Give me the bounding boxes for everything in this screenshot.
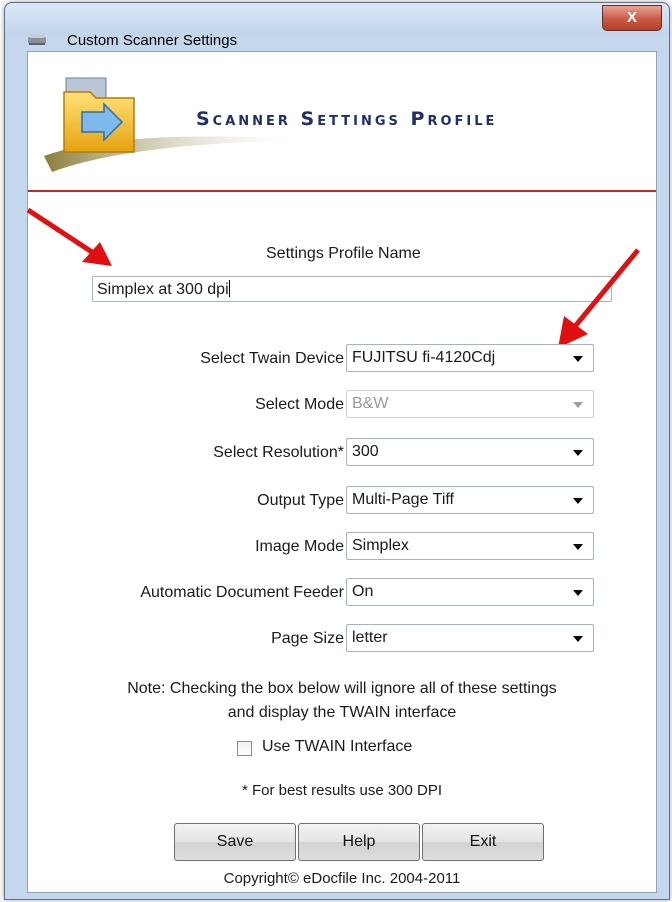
twain-device-value: FUJITSU fi-4120Cdj (352, 349, 496, 366)
image-mode-label: Image Mode (255, 538, 344, 555)
annotation-arrow (26, 207, 112, 266)
title-bar[interactable] (5, 3, 669, 35)
profile-name-value: Simplex at 300 dpi (97, 281, 229, 298)
mode-select: B&W (346, 390, 594, 418)
output-type-select[interactable]: Multi-Page Tiff (346, 486, 594, 514)
dropdown-arrow-icon (573, 636, 583, 642)
dropdown-arrow-icon (573, 450, 583, 456)
twain-device-select[interactable]: FUJITSU fi-4120Cdj (346, 344, 594, 372)
image-mode-value: Simplex (352, 537, 409, 554)
header-divider (28, 190, 656, 192)
dialog-content: Scanner Settings Profile Settings Profil… (26, 51, 657, 893)
page-size-value: letter (352, 629, 388, 646)
exit-button[interactable]: Exit (422, 823, 544, 861)
page-size-select[interactable]: letter (346, 624, 594, 652)
help-button[interactable]: Help (298, 823, 420, 861)
dialog-window: Custom Scanner Settings X Scanner Settin… (4, 2, 670, 900)
output-type-value: Multi-Page Tiff (352, 491, 454, 508)
mode-label: Select Mode (255, 396, 344, 413)
adf-label: Automatic Document Feeder (140, 584, 344, 601)
profile-name-input[interactable]: Simplex at 300 dpi (92, 276, 612, 302)
use-twain-label[interactable]: Use TWAIN Interface (262, 738, 412, 756)
copyright-text: Copyright© eDocfile Inc. 2004-2011 (223, 870, 461, 887)
note-line-2: and display the TWAIN interface (227, 704, 457, 721)
save-button[interactable]: Save (174, 823, 296, 861)
dropdown-arrow-icon (573, 498, 583, 504)
note-line-1: Note: Checking the box below will ignore… (127, 680, 557, 697)
scanner-app-icon (28, 34, 46, 45)
adf-value: On (352, 583, 374, 600)
annotation-arrow (558, 248, 640, 348)
window-title: Custom Scanner Settings (67, 32, 238, 49)
adf-select[interactable]: On (346, 578, 594, 606)
twain-device-label: Select Twain Device (200, 350, 344, 367)
profile-name-label: Settings Profile Name (266, 245, 421, 262)
resolution-tip: * For best results use 300 DPI (241, 782, 443, 799)
resolution-label: Select Resolution* (213, 444, 344, 461)
close-button[interactable]: X (602, 5, 662, 31)
close-icon: X (626, 9, 637, 26)
resolution-select[interactable]: 300 (346, 438, 594, 466)
use-twain-checkbox[interactable] (237, 741, 252, 756)
resolution-value: 300 (352, 443, 379, 460)
dropdown-arrow-icon (573, 402, 583, 408)
dropdown-arrow-icon (573, 356, 583, 362)
header-banner: Scanner Settings Profile (28, 52, 656, 190)
dropdown-arrow-icon (573, 590, 583, 596)
image-mode-select[interactable]: Simplex (346, 532, 594, 560)
page-size-label: Page Size (271, 630, 344, 647)
dropdown-arrow-icon (573, 544, 583, 550)
mode-value: B&W (352, 395, 389, 412)
header-title: Scanner Settings Profile (196, 108, 498, 130)
output-type-label: Output Type (257, 492, 344, 509)
